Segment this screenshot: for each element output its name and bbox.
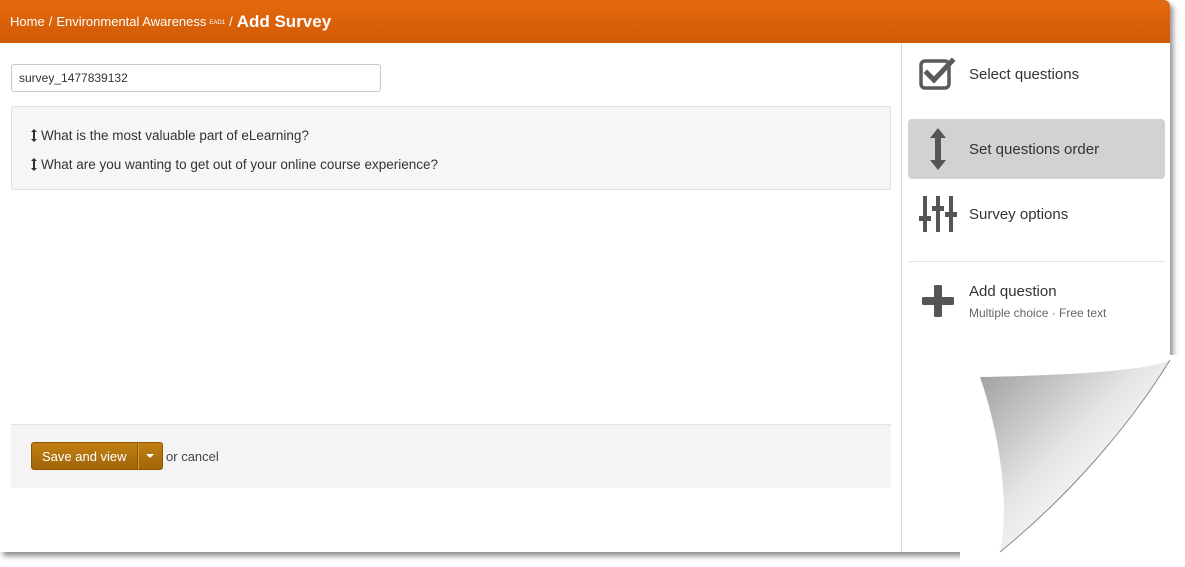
caret-down-icon <box>146 454 155 458</box>
sidebar-item-survey-options[interactable]: Survey options <box>908 184 1165 244</box>
breadcrumb-separator: / <box>229 14 233 29</box>
or-text: or <box>166 449 178 464</box>
sidebar-divider <box>908 261 1165 262</box>
cancel-link[interactable]: cancel <box>181 449 219 464</box>
question-order-list: What is the most valuable part of eLearn… <box>11 106 891 190</box>
course-code: EAD1 <box>209 19 226 26</box>
breadcrumb-home[interactable]: Home <box>10 14 45 29</box>
breadcrumb-course-label: Environmental Awareness <box>56 14 207 29</box>
question-item[interactable]: What is the most valuable part of eLearn… <box>28 121 890 150</box>
sidebar-item-label: Set questions order <box>969 140 1100 158</box>
sidebar-item-select-questions[interactable]: Select questions <box>908 44 1165 104</box>
drag-handle-icon[interactable] <box>28 157 40 172</box>
page-title: Add Survey <box>236 11 332 31</box>
add-question-label: Add question <box>969 283 1057 300</box>
main-panel: What is the most valuable part of eLearn… <box>0 43 901 552</box>
add-question-types: Multiple choice · Free text <box>969 306 1107 320</box>
cancel-area: or cancel <box>166 449 219 464</box>
header-bar: Home / Environmental Awareness EAD1 / Add… <box>0 0 1170 43</box>
vertical-arrows-icon <box>908 119 968 179</box>
question-text: What are you wanting to get out of your … <box>41 157 438 172</box>
sidebar-item-add-question[interactable]: Add question Multiple choice · Free text <box>908 268 1165 338</box>
sidebar-item-label: Select questions <box>969 65 1080 83</box>
drag-handle-icon[interactable] <box>28 128 40 143</box>
survey-name-input[interactable] <box>11 64 381 92</box>
checkbox-check-icon <box>908 44 968 104</box>
sidebar-item-set-order[interactable]: Set questions order <box>908 119 1165 179</box>
save-options-dropdown[interactable] <box>137 442 163 470</box>
save-and-view-button[interactable]: Save and view <box>31 442 138 470</box>
page-curl-decoration <box>960 355 1185 567</box>
breadcrumb-separator: / <box>48 14 53 29</box>
save-button-group: Save and view <box>31 442 163 470</box>
question-item[interactable]: What are you wanting to get out of your … <box>28 150 890 179</box>
question-text: What is the most valuable part of eLearn… <box>41 128 309 143</box>
sidebar-item-label: Survey options <box>969 205 1069 223</box>
sliders-icon <box>908 184 968 244</box>
breadcrumb-course[interactable]: Environmental Awareness EAD1 <box>56 14 225 29</box>
form-footer: Save and view or cancel <box>11 424 891 488</box>
plus-icon <box>908 271 968 331</box>
